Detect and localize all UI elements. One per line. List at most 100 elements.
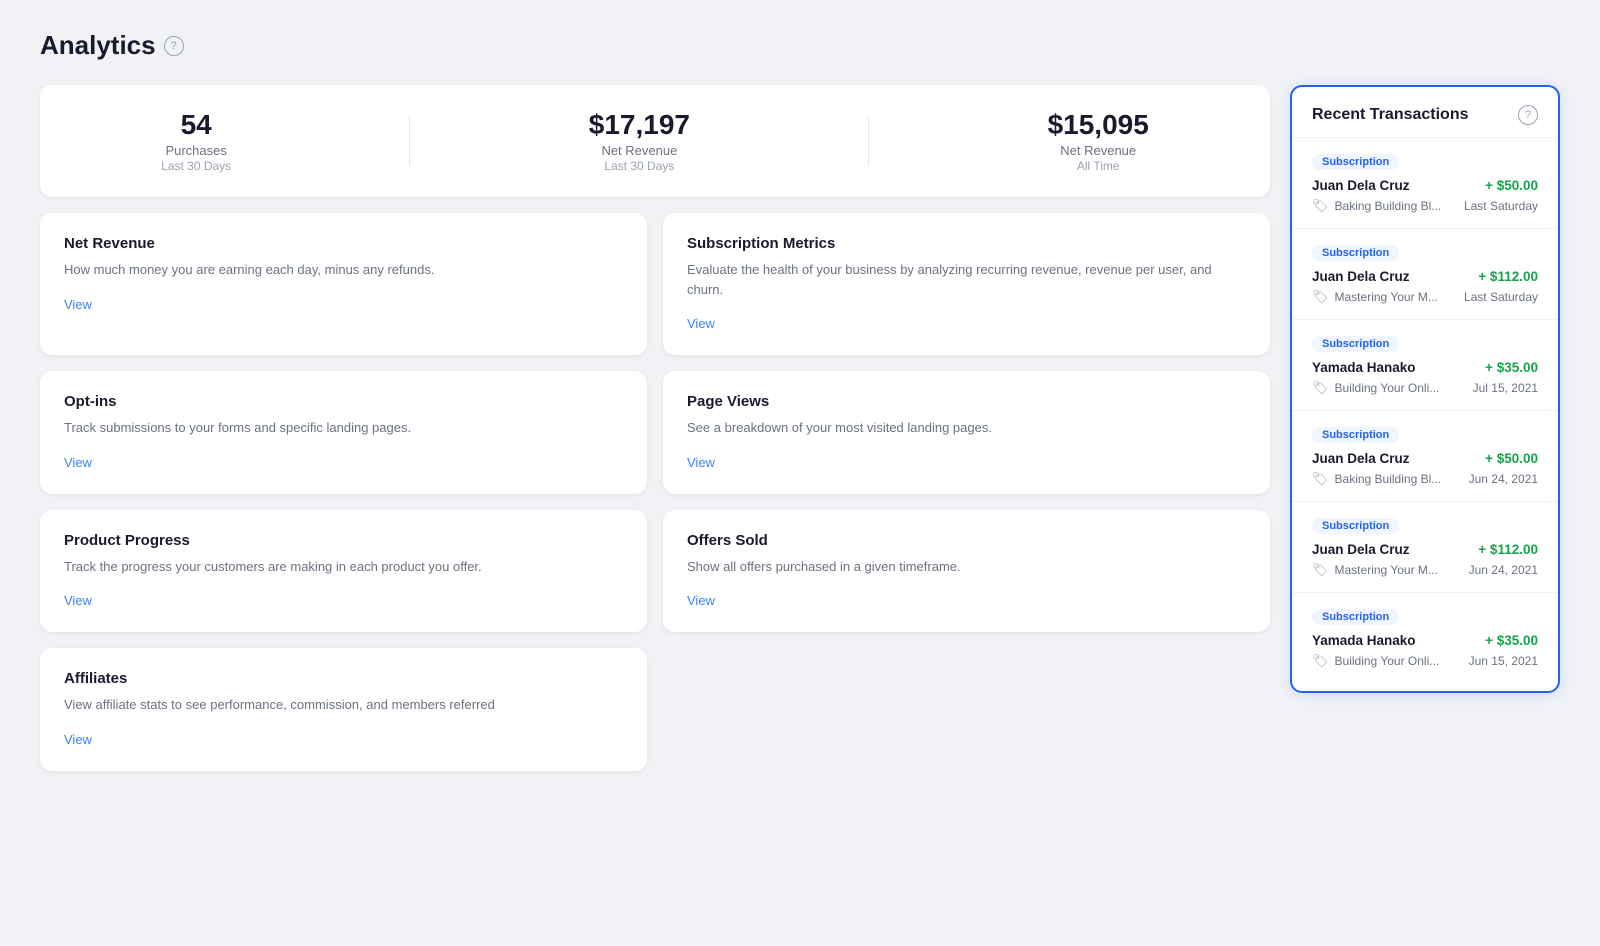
stat-divider-1 xyxy=(409,116,410,166)
stat-purchases-sublabel: Last 30 Days xyxy=(161,159,231,173)
stat-net-revenue-30-sublabel: Last 30 Days xyxy=(589,159,690,173)
stat-net-revenue-alltime-value: $15,095 xyxy=(1048,109,1149,141)
stat-net-revenue-30: $17,197 Net Revenue Last 30 Days xyxy=(589,109,690,173)
transaction-item: Subscription Yamada Hanako + $35.00 🏷 Bu… xyxy=(1292,592,1558,683)
metric-card-offers-sold: Offers Sold Show all offers purchased in… xyxy=(663,510,1270,633)
metric-card-product-progress-title: Product Progress xyxy=(64,532,623,549)
recent-transactions-panel: Recent Transactions ? Subscription Juan … xyxy=(1290,85,1560,693)
metric-card-optins: Opt-ins Track submissions to your forms … xyxy=(40,371,647,494)
metric-card-pageviews: Page Views See a breakdown of your most … xyxy=(663,371,1270,494)
transaction-amount: + $50.00 xyxy=(1485,451,1538,466)
page-header: Analytics ? xyxy=(40,30,1560,61)
transaction-meta: 🏷 Building Your Onli... Jun 15, 2021 xyxy=(1312,653,1538,669)
main-layout: 54 Purchases Last 30 Days $17,197 Net Re… xyxy=(40,85,1560,771)
metric-card-optins-title: Opt-ins xyxy=(64,393,623,410)
transaction-row: Juan Dela Cruz + $50.00 xyxy=(1312,178,1538,193)
tag-icon: 🏷 xyxy=(1312,562,1329,578)
transactions-header: Recent Transactions ? xyxy=(1292,87,1558,137)
transaction-date: Jun 15, 2021 xyxy=(1469,654,1538,668)
transaction-amount: + $112.00 xyxy=(1478,269,1538,284)
transaction-name: Juan Dela Cruz xyxy=(1312,269,1410,284)
metric-card-product-progress: Product Progress Track the progress your… xyxy=(40,510,647,633)
metric-card-optins-link[interactable]: View xyxy=(64,455,92,470)
tag-icon: 🏷 xyxy=(1312,198,1329,214)
transaction-row: Juan Dela Cruz + $112.00 xyxy=(1312,542,1538,557)
stat-net-revenue-30-label: Net Revenue xyxy=(589,143,690,158)
transaction-date: Last Saturday xyxy=(1464,199,1538,213)
transaction-row: Yamada Hanako + $35.00 xyxy=(1312,360,1538,375)
tag-icon: 🏷 xyxy=(1312,380,1329,396)
transaction-badge: Subscription xyxy=(1312,609,1399,625)
metric-card-net-revenue: Net Revenue How much money you are earni… xyxy=(40,213,647,355)
stat-net-revenue-alltime-label: Net Revenue xyxy=(1048,143,1149,158)
metric-card-pageviews-title: Page Views xyxy=(687,393,1246,410)
metric-cards-grid: Net Revenue How much money you are earni… xyxy=(40,213,1270,632)
transaction-badge: Subscription xyxy=(1312,154,1399,170)
metric-card-product-progress-link[interactable]: View xyxy=(64,593,92,608)
tag-icon: 🏷 xyxy=(1312,289,1329,305)
transaction-meta: 🏷 Building Your Onli... Jul 15, 2021 xyxy=(1312,380,1538,396)
transaction-amount: + $35.00 xyxy=(1485,633,1538,648)
transaction-product: Mastering Your M... xyxy=(1335,290,1438,304)
metric-card-offers-sold-link[interactable]: View xyxy=(687,593,715,608)
stat-purchases: 54 Purchases Last 30 Days xyxy=(161,109,231,173)
metric-card-net-revenue-desc: How much money you are earning each day,… xyxy=(64,260,623,280)
transaction-badge: Subscription xyxy=(1312,245,1399,261)
transactions-help-icon[interactable]: ? xyxy=(1518,105,1538,125)
transaction-amount: + $50.00 xyxy=(1485,178,1538,193)
transaction-row: Juan Dela Cruz + $50.00 xyxy=(1312,451,1538,466)
transaction-date: Last Saturday xyxy=(1464,290,1538,304)
metric-card-subscription-title: Subscription Metrics xyxy=(687,235,1246,252)
metric-card-subscription-desc: Evaluate the health of your business by … xyxy=(687,260,1246,299)
transaction-name: Juan Dela Cruz xyxy=(1312,542,1410,557)
transaction-date: Jun 24, 2021 xyxy=(1469,472,1538,486)
stat-net-revenue-alltime-sublabel: All Time xyxy=(1048,159,1149,173)
transaction-meta: 🏷 Baking Building Bl... Last Saturday xyxy=(1312,198,1538,214)
transaction-badge: Subscription xyxy=(1312,336,1399,352)
help-icon[interactable]: ? xyxy=(164,36,184,56)
stat-purchases-label: Purchases xyxy=(161,143,231,158)
transaction-meta: 🏷 Mastering Your M... Jun 24, 2021 xyxy=(1312,562,1538,578)
transaction-name: Yamada Hanako xyxy=(1312,360,1416,375)
metric-card-affiliates-link[interactable]: View xyxy=(64,732,92,747)
metric-card-offers-sold-title: Offers Sold xyxy=(687,532,1246,549)
transaction-date: Jul 15, 2021 xyxy=(1473,381,1538,395)
metric-card-pageviews-desc: See a breakdown of your most visited lan… xyxy=(687,418,1246,438)
transaction-meta: 🏷 Baking Building Bl... Jun 24, 2021 xyxy=(1312,471,1538,487)
stat-purchases-value: 54 xyxy=(161,109,231,141)
transaction-product: Building Your Onli... xyxy=(1335,654,1440,668)
tag-icon: 🏷 xyxy=(1312,653,1329,669)
metric-card-pageviews-link[interactable]: View xyxy=(687,455,715,470)
metric-card-net-revenue-title: Net Revenue xyxy=(64,235,623,252)
stats-card: 54 Purchases Last 30 Days $17,197 Net Re… xyxy=(40,85,1270,197)
stat-net-revenue-30-value: $17,197 xyxy=(589,109,690,141)
transaction-product: Building Your Onli... xyxy=(1335,381,1440,395)
transaction-name: Juan Dela Cruz xyxy=(1312,178,1410,193)
metric-card-offers-sold-desc: Show all offers purchased in a given tim… xyxy=(687,557,1246,577)
stat-net-revenue-alltime: $15,095 Net Revenue All Time xyxy=(1048,109,1149,173)
transaction-meta: 🏷 Mastering Your M... Last Saturday xyxy=(1312,289,1538,305)
metric-card-subscription-link[interactable]: View xyxy=(687,316,715,331)
metric-card-product-progress-desc: Track the progress your customers are ma… xyxy=(64,557,623,577)
transaction-name: Yamada Hanako xyxy=(1312,633,1416,648)
transaction-product: Mastering Your M... xyxy=(1335,563,1438,577)
transactions-list[interactable]: Subscription Juan Dela Cruz + $50.00 🏷 B… xyxy=(1292,137,1558,691)
metric-card-affiliates-title: Affiliates xyxy=(64,670,623,687)
transaction-badge: Subscription xyxy=(1312,518,1399,534)
stat-divider-2 xyxy=(868,116,869,166)
metric-card-subscription-metrics: Subscription Metrics Evaluate the health… xyxy=(663,213,1270,355)
metric-card-affiliates-desc: View affiliate stats to see performance,… xyxy=(64,695,623,715)
page-title: Analytics xyxy=(40,30,156,61)
transaction-row: Juan Dela Cruz + $112.00 xyxy=(1312,269,1538,284)
metric-card-net-revenue-link[interactable]: View xyxy=(64,297,92,312)
transaction-amount: + $35.00 xyxy=(1485,360,1538,375)
metric-card-optins-desc: Track submissions to your forms and spec… xyxy=(64,418,623,438)
transaction-item: Subscription Juan Dela Cruz + $112.00 🏷 … xyxy=(1292,228,1558,319)
transaction-amount: + $112.00 xyxy=(1478,542,1538,557)
transaction-item: Subscription Juan Dela Cruz + $112.00 🏷 … xyxy=(1292,501,1558,592)
transaction-product: Baking Building Bl... xyxy=(1335,199,1442,213)
metric-card-affiliates: Affiliates View affiliate stats to see p… xyxy=(40,648,647,771)
transaction-name: Juan Dela Cruz xyxy=(1312,451,1410,466)
transaction-item: Subscription Yamada Hanako + $35.00 🏷 Bu… xyxy=(1292,319,1558,410)
transaction-item: Subscription Juan Dela Cruz + $50.00 🏷 B… xyxy=(1292,137,1558,228)
